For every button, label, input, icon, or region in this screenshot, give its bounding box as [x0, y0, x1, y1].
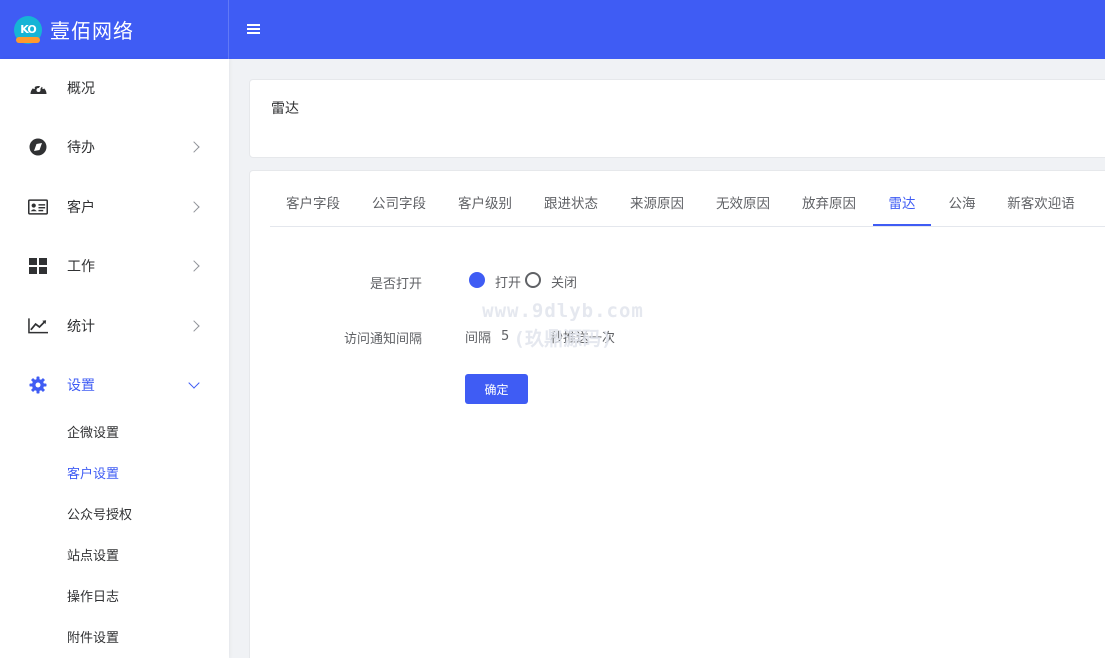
sidebar-item-label: 待办 [67, 140, 95, 156]
sidebar-item-label: 工作 [67, 259, 95, 275]
tab-abandon-reason[interactable]: 放弃原因 [802, 183, 856, 226]
radio-close-label[interactable]: 关闭 [551, 272, 577, 291]
sidebar-subitem-wecom-settings[interactable]: 企微设置 [0, 414, 229, 448]
sidebar-subitem-operation-log[interactable]: 操作日志 [0, 578, 229, 612]
interval-suffix: 秒推送一次 [550, 331, 616, 346]
ko-logo-icon: KO [14, 15, 42, 44]
radio-open[interactable] [469, 272, 485, 288]
top-bar: KO 壹佰网络 [0, 0, 1105, 59]
chevron-right-icon [188, 260, 200, 272]
sidebar-subitem-label: 站点设置 [67, 548, 120, 564]
tab-customer-fields[interactable]: 客户字段 [286, 183, 340, 226]
tab-customer-level[interactable]: 客户级别 [458, 183, 512, 226]
sidebar-item-customer[interactable]: 客户 [0, 187, 229, 227]
compass-icon [28, 137, 48, 157]
confirm-button[interactable]: 确定 [465, 374, 528, 404]
tab-source-reason[interactable]: 来源原因 [630, 183, 684, 226]
sidebar-subitem-official-account[interactable]: 公众号授权 [0, 496, 229, 530]
settings-tabs: 客户字段 公司字段 客户级别 跟进状态 来源原因 无效原因 放弃原因 雷达 公海… [270, 183, 1105, 227]
interval-prefix: 间隔 [465, 331, 492, 346]
hamburger-icon[interactable] [247, 20, 263, 38]
id-card-icon [28, 197, 48, 217]
page-header-card: 雷达 [249, 79, 1105, 158]
sidebar-item-work[interactable]: 工作 [0, 246, 229, 286]
chevron-right-icon [188, 201, 200, 213]
sidebar-item-label: 设置 [67, 378, 95, 394]
gear-icon [28, 375, 48, 395]
sidebar-item-stats[interactable]: 统计 [0, 306, 229, 346]
grid-icon [28, 256, 48, 276]
page-title: 雷达 [271, 101, 299, 117]
sidebar-item-label: 概况 [67, 81, 95, 97]
chevron-down-icon [188, 377, 200, 389]
sidebar-item-label: 客户 [67, 200, 95, 216]
sidebar-subitem-label: 操作日志 [67, 589, 120, 605]
sidebar-subitem-label: 附件设置 [67, 630, 120, 646]
tab-new-customer-welcome[interactable]: 新客欢迎语 [1007, 183, 1075, 226]
sidebar-subitem-site-settings[interactable]: 站点设置 [0, 537, 229, 571]
tab-company-fields[interactable]: 公司字段 [372, 183, 426, 226]
interval-label: 访问通知间隔 [343, 332, 422, 347]
sidebar-subitem-attachment-settings[interactable]: 附件设置 [0, 619, 229, 653]
chevron-right-icon [188, 320, 200, 332]
radio-open-label[interactable]: 打开 [495, 272, 521, 291]
chevron-right-icon [188, 141, 200, 153]
radio-close[interactable] [525, 272, 541, 288]
sidebar-subitem-label: 客户设置 [67, 466, 120, 482]
sidebar-item-label: 统计 [67, 319, 95, 335]
sidebar-item-overview[interactable]: 概况 [0, 68, 229, 108]
sidebar-subitem-customer-settings[interactable]: 客户设置 [0, 455, 229, 489]
brand: KO 壹佰网络 [0, 0, 229, 59]
sidebar: 概况 待办 客户 工作 统计 设置 企微设置 客户设置 公众号授权 站点设置 操… [0, 59, 229, 658]
tab-radar[interactable]: 雷达 [873, 183, 931, 226]
sidebar-item-todo[interactable]: 待办 [0, 127, 229, 167]
settings-card: 客户字段 公司字段 客户级别 跟进状态 来源原因 无效原因 放弃原因 雷达 公海… [249, 170, 1105, 658]
interval-seconds-input[interactable] [497, 325, 537, 347]
tab-follow-status[interactable]: 跟进状态 [544, 183, 598, 226]
sidebar-subitem-label: 企微设置 [67, 425, 120, 441]
sidebar-item-settings[interactable]: 设置 [0, 365, 229, 405]
open-switch-label: 是否打开 [369, 277, 422, 292]
tab-invalid-reason[interactable]: 无效原因 [716, 183, 770, 226]
tab-public-pool[interactable]: 公海 [948, 183, 976, 226]
sidebar-subitem-label: 公众号授权 [67, 507, 133, 523]
dashboard-gauge-icon [28, 78, 48, 98]
trend-chart-icon [28, 316, 48, 336]
brand-name: 壹佰网络 [50, 19, 134, 43]
